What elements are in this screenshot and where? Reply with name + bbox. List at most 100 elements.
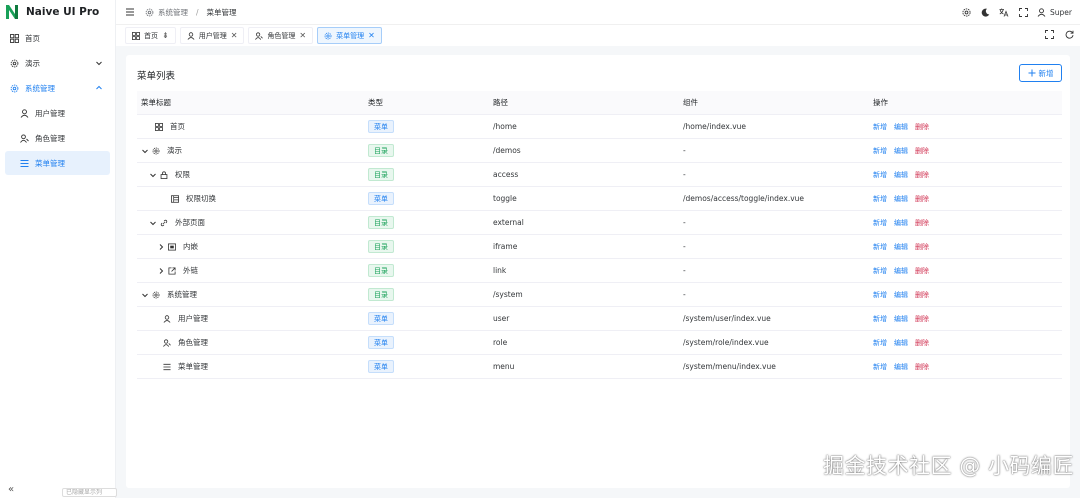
window-icon [171,194,179,203]
add-child-button[interactable]: 新增 [873,194,887,204]
close-icon[interactable]: ✕ [231,31,238,40]
table-header: 菜单标题 类型 路径 组件 操作 [137,91,1062,115]
table-row: 演示 目录/demos - 新增 编辑 删除 [137,139,1062,163]
edit-button[interactable]: 编辑 [894,242,908,252]
sidebar-item-label: 菜单管理 [35,158,65,168]
sidebar-item-demos[interactable]: 演示 [5,51,110,75]
chevron-right-icon[interactable] [157,267,165,275]
add-child-button[interactable]: 新增 [873,362,887,372]
delete-button[interactable]: 删除 [915,194,929,204]
hidden-columns-field[interactable]: 已隐藏显示列 [62,488,117,497]
user-menu[interactable]: Super [1037,8,1072,17]
add-child-button[interactable]: 新增 [873,146,887,156]
gear-icon [9,83,19,93]
cell-path: user [493,314,510,323]
column-header-title[interactable]: 菜单标题 [137,97,366,108]
sidebar-item-users[interactable]: 用户管理 [5,101,110,125]
breadcrumb-item-system[interactable]: 系统管理 [158,7,188,18]
menu-toggle-icon[interactable] [125,7,135,17]
chevron-down-icon[interactable] [149,171,157,179]
dark-mode-icon[interactable] [980,7,990,17]
pin-icon[interactable]: ⇟ [162,31,169,40]
cell-component: - [683,266,686,275]
tab-label: 菜单管理 [336,31,365,40]
sidebar-item-label: 演示 [25,58,40,68]
add-child-button[interactable]: 新增 [873,170,887,180]
delete-button[interactable]: 删除 [915,266,929,276]
column-header-path[interactable]: 路径 [493,97,683,108]
edit-button[interactable]: 编辑 [894,122,908,132]
user-icon [163,314,171,323]
delete-button[interactable]: 删除 [915,170,929,180]
sidebar-item-roles[interactable]: 角色管理 [5,126,110,150]
fullscreen-icon[interactable] [1018,7,1028,17]
edit-button[interactable]: 编辑 [894,338,908,348]
tab-home[interactable]: 首页 ⇟ [125,27,176,44]
table-row: 角色管理 菜单 role/system/role/index.vue 新增 编辑 删除 [137,331,1062,355]
collapse-sidebar-button[interactable]: « [4,483,18,495]
close-icon[interactable]: ✕ [299,31,306,40]
edit-button[interactable]: 编辑 [894,266,908,276]
translate-icon[interactable] [999,7,1009,17]
menu-title: 系统管理 [167,290,197,299]
delete-button[interactable]: 删除 [915,338,929,348]
edit-button[interactable]: 编辑 [894,314,908,324]
cell-title: 外部页面 [137,217,366,228]
cell-component: - [683,242,686,251]
lock-icon [160,170,168,179]
add-child-button[interactable]: 新增 [873,290,887,300]
add-menu-button[interactable]: 新增 [1019,64,1062,82]
delete-button[interactable]: 删除 [915,122,929,132]
cell-type: 菜单 [366,192,493,205]
delete-button[interactable]: 删除 [915,290,929,300]
cell-ops: 新增 编辑 删除 [873,194,1062,204]
delete-button[interactable]: 删除 [915,314,929,324]
edit-button[interactable]: 编辑 [894,218,908,228]
tab-roles[interactable]: 角色管理 ✕ [248,27,314,44]
sidebar-item-label: 用户管理 [35,108,65,118]
user-icon [19,108,29,118]
link-icon [160,219,168,227]
add-child-button[interactable]: 新增 [873,122,887,132]
add-child-button[interactable]: 新增 [873,338,887,348]
maximize-icon[interactable] [1044,29,1054,39]
add-child-button[interactable]: 新增 [873,266,887,276]
chevron-down-icon[interactable] [149,219,157,227]
chevron-down-icon [96,61,102,66]
add-child-button[interactable]: 新增 [873,218,887,228]
table-row: 系统管理 目录/system - 新增 编辑 删除 [137,283,1062,307]
sidebar-item-home[interactable]: 首页 [5,26,110,50]
menu-list-card: 菜单列表 新增 菜单标题 类型 路径 组件 操作 首页 菜单/home/home/… [126,55,1070,488]
sidebar-item-menus[interactable]: 菜单管理 [5,151,110,175]
frame-icon [168,242,176,251]
column-header-component[interactable]: 组件 [683,97,873,108]
tab-menus[interactable]: 菜单管理 ✕ [317,27,382,44]
close-icon[interactable]: ✕ [368,31,375,40]
settings-icon[interactable] [961,7,971,17]
chevron-down-icon[interactable] [141,147,149,155]
edit-button[interactable]: 编辑 [894,146,908,156]
edit-button[interactable]: 编辑 [894,170,908,180]
edit-button[interactable]: 编辑 [894,194,908,204]
tab-users[interactable]: 用户管理 ✕ [179,27,245,44]
refresh-icon[interactable] [1064,29,1074,39]
column-header-type[interactable]: 类型 [366,97,493,108]
menu-title: 外链 [183,266,198,275]
logo[interactable]: Naive UI Pro [0,0,115,24]
edit-button[interactable]: 编辑 [894,290,908,300]
edit-button[interactable]: 编辑 [894,362,908,372]
delete-button[interactable]: 删除 [915,362,929,372]
add-child-button[interactable]: 新增 [873,242,887,252]
cell-title: 系统管理 [137,289,366,300]
type-badge: 目录 [368,168,394,181]
delete-button[interactable]: 删除 [915,218,929,228]
sidebar-item-system[interactable]: 系统管理 [5,76,110,100]
chevron-right-icon[interactable] [157,243,165,251]
cell-path: /system [493,290,523,299]
gear-icon [152,291,160,299]
add-child-button[interactable]: 新增 [873,314,887,324]
chevron-down-icon[interactable] [141,291,149,299]
cell-ops: 新增 编辑 删除 [873,122,1062,132]
delete-button[interactable]: 删除 [915,242,929,252]
delete-button[interactable]: 删除 [915,146,929,156]
